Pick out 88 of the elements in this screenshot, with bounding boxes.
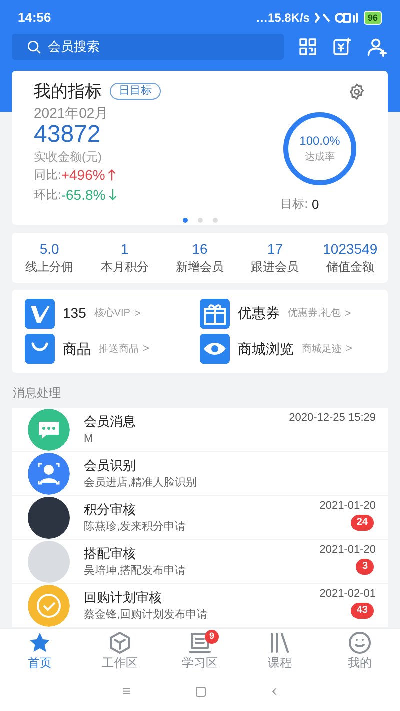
cube-icon	[108, 630, 132, 654]
stat-label: 本月积分	[100, 259, 149, 276]
shortcut-item[interactable]: 优惠券 优惠券,礼包 >	[200, 296, 375, 332]
vip-icon	[25, 298, 55, 329]
add-user-icon	[366, 36, 388, 58]
message-row[interactable]: 回购计划审核 蔡金锋,回购计划发布申请 2021-02-01 43	[12, 584, 388, 627]
stat-label: 储值金额	[326, 259, 374, 276]
shopping-bag-icon	[25, 334, 55, 364]
message-time: 2020-12-25 15:29	[289, 411, 376, 425]
message-subtitle: M	[84, 432, 94, 446]
ring-value: 100.0%	[300, 133, 340, 150]
shortcut-title: 优惠券	[238, 304, 280, 324]
chevron: >	[346, 342, 352, 357]
chevron: >	[344, 306, 352, 322]
stat-value: 16	[192, 240, 208, 258]
shortcut-item[interactable]: 商品 推送商品 >	[25, 332, 200, 367]
shortcut-title: 商城浏览	[238, 340, 294, 359]
shortcut-title: 商品	[63, 340, 91, 359]
message-subtitle: 会员进店,精准人脸识别	[84, 476, 198, 490]
message-time: 2021-01-20	[320, 499, 376, 513]
message-subtitle: 蔡金锋,回购计划发布申请	[84, 608, 210, 622]
section-title: 消息处理	[12, 385, 62, 402]
chevron: >	[143, 342, 150, 357]
shortcut-hint: 商城足迹	[302, 342, 342, 357]
message-subtitle: 陈燕珍,发来积分申请	[84, 520, 188, 534]
chevron: >	[134, 306, 141, 322]
qr-code-icon	[298, 37, 318, 57]
target-label: 目标:	[280, 196, 308, 214]
stat-label: 新增会员	[176, 259, 224, 276]
comparison-label: 环比:	[34, 186, 62, 204]
status-time: 14:56	[18, 9, 52, 28]
message-title: 会员消息	[84, 412, 137, 430]
message-title: 积分审核	[84, 500, 137, 518]
shortcut-title: 135	[63, 304, 86, 324]
books-icon	[268, 630, 292, 654]
message-time: 2021-02-01	[320, 587, 376, 601]
photo-placeholder	[28, 496, 70, 538]
message-title: 搭配审核	[84, 544, 137, 562]
battery-level: 96	[364, 11, 382, 25]
amount-label: 实收金额(元)	[34, 148, 103, 164]
gift-icon	[200, 298, 230, 329]
message-time: 2021-01-20	[320, 543, 376, 557]
message-subtitle: 吴培坤,搭配发布申请	[84, 564, 188, 578]
target-value: 0	[312, 196, 320, 214]
tab-badge: 9	[205, 630, 219, 644]
tab-item[interactable]: 首页	[0, 629, 80, 672]
home-button[interactable]	[196, 686, 206, 696]
yuan-card-icon	[332, 37, 352, 57]
face-scan-icon	[28, 452, 70, 494]
ring-label: 达成率	[305, 150, 335, 165]
amount-value: 43872	[34, 120, 102, 148]
message-row[interactable]: 搭配审核 吴培坤,搭配发布申请 2021-01-20 3	[12, 540, 388, 583]
stat-value: 1	[120, 240, 129, 258]
message-row[interactable]: 会员识别 会员进店,精准人脸识别	[12, 452, 388, 495]
search-icon	[26, 39, 42, 55]
unread-count: 24	[350, 515, 374, 531]
message-title: 回购计划审核	[84, 588, 163, 606]
search-field[interactable]: 会员搜索	[12, 34, 284, 60]
comparison-value: -65.8%	[61, 186, 106, 204]
period-text: 2021年02月	[34, 104, 110, 120]
unread-count: 43	[350, 603, 374, 619]
eye-icon	[200, 334, 230, 364]
shortcut-item[interactable]: 商城浏览 商城足迹 >	[200, 332, 375, 367]
star-icon	[28, 630, 52, 654]
stat-label: 线上分佣	[26, 259, 74, 276]
tab-item[interactable]: 学习区 9	[160, 629, 240, 672]
search-input[interactable]: 会员搜索	[48, 37, 198, 57]
smiley-icon	[348, 630, 372, 654]
shortcut-hint: 核心VIP	[94, 306, 130, 322]
comparison-value: +496%	[61, 166, 106, 184]
unread-count: 3	[356, 559, 374, 575]
message-title: 会员识别	[84, 456, 137, 474]
avatar-placeholder	[28, 540, 70, 582]
shortcut-hint: 优惠券,礼包	[288, 306, 341, 322]
chat-bubble-icon	[28, 408, 70, 450]
period-tag[interactable]: 日目标	[110, 83, 161, 100]
message-row[interactable]: 会员消息 M 2020-12-25 15:29	[12, 408, 388, 451]
stat-label: 跟进会员	[251, 259, 300, 276]
card-title: 我的指标	[34, 81, 102, 103]
shortcut-hint: 推送商品	[99, 342, 139, 357]
stat-value: 1023549	[323, 240, 378, 258]
message-row[interactable]: 积分审核 陈燕珍,发来积分申请 2021-01-20 24	[12, 496, 388, 539]
settings-icon	[348, 82, 366, 101]
shortcut-item[interactable]: 135 核心VIP >	[25, 296, 200, 332]
comparison-label: 同比:	[34, 166, 62, 184]
stat-value: 5.0	[40, 240, 60, 258]
stat-value: 17	[267, 240, 283, 258]
network-speed: …15.8K/s	[256, 10, 310, 27]
